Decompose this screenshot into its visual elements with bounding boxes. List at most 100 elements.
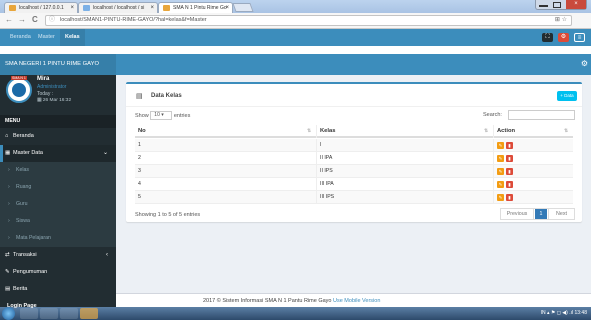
cell-kelas: III IPA xyxy=(320,181,334,187)
table-info-text: Showing 1 to 5 of 5 entries xyxy=(135,212,201,218)
browser-tab[interactable]: localhost / 127.0.0.1 × xyxy=(4,2,78,13)
column-header-action[interactable]: Action xyxy=(497,125,515,138)
table-row: 5 III IPS ✎ ▮ xyxy=(135,191,573,204)
delete-icon[interactable]: ▮ xyxy=(506,155,513,162)
entries-select[interactable]: 10 ▾ xyxy=(150,111,173,120)
sidebar-item-label: Transaksi xyxy=(13,252,37,258)
sidebar-item-label: Guru xyxy=(16,201,28,207)
mobile-version-link[interactable]: Use Mobile Version xyxy=(333,298,380,304)
taskbar-explorer-icon[interactable] xyxy=(20,308,38,319)
show-label: Show xyxy=(135,112,149,119)
column-divider xyxy=(493,178,494,191)
pagination-next[interactable]: Next xyxy=(548,209,574,219)
browser-toolbar: ← → C ⓘ localhost/SMAN1-PINTU-RIME-GAYO/… xyxy=(0,13,591,29)
pagination-previous[interactable]: Previous xyxy=(501,209,534,219)
footer-copyright: 2017 © Sistem Informasi SMA N 1 Pantu Ri… xyxy=(203,298,332,304)
nav-link-beranda[interactable]: Beranda xyxy=(10,29,31,46)
cell-kelas: II IPA xyxy=(320,155,333,161)
edit-icon[interactable]: ✎ xyxy=(497,168,504,175)
app-logo-title[interactable]: SMA NEGERI 1 PINTU RIME GAYO xyxy=(0,54,116,75)
bookmark-star-icon[interactable]: ⊞ ☆ xyxy=(555,16,567,25)
control-sidebar-gear-icon[interactable]: ⚙ xyxy=(581,59,588,68)
cell-no: 5 xyxy=(138,194,141,200)
sort-icon[interactable]: ⇅ xyxy=(484,125,488,138)
avatar-badge: SMA N 1 xyxy=(11,76,27,80)
search-input[interactable] xyxy=(508,110,575,120)
tab-close-icon[interactable]: × xyxy=(150,3,154,13)
sidebar-subitem-siswa[interactable]: › Siswa xyxy=(0,213,116,230)
sidebar-item-label: Kelas xyxy=(16,167,29,173)
maximize-icon[interactable] xyxy=(553,2,561,8)
entries-value: 10 xyxy=(154,112,160,118)
add-data-button[interactable]: + Data xyxy=(557,91,577,101)
column-divider xyxy=(316,125,317,138)
sidebar-subitem-ruang[interactable]: › Ruang xyxy=(0,179,116,196)
menu-icon[interactable]: ≡ xyxy=(574,33,585,42)
sort-icon[interactable]: ⇅ xyxy=(564,125,568,138)
table-row: 4 III IPA ✎ ▮ xyxy=(135,178,573,191)
cell-kelas: III IPS xyxy=(320,194,335,200)
edit-icon[interactable]: ✎ xyxy=(497,181,504,188)
column-header-kelas[interactable]: Kelas xyxy=(320,125,335,138)
delete-icon[interactable]: ▮ xyxy=(506,181,513,188)
taskbar-chrome-icon[interactable] xyxy=(60,308,78,319)
date-text: ▦ 26 Mar 16:32 xyxy=(37,98,72,103)
top-navbar: Beranda Master Kelas ⛶ ⚙ ≡ xyxy=(0,29,591,46)
chevron-left-icon: ‹ xyxy=(106,252,108,258)
footer: 2017 © Sistem Informasi SMA N 1 Pantu Ri… xyxy=(116,293,591,308)
column-header-no[interactable]: No xyxy=(138,125,146,138)
back-arrow-icon[interactable]: ← xyxy=(5,15,13,24)
sidebar-item-beranda[interactable]: ⌂ Beranda xyxy=(0,128,116,145)
tab-close-icon[interactable]: × xyxy=(70,3,74,13)
sort-icon[interactable]: ⇅ xyxy=(307,125,311,138)
login-page-link[interactable]: Login Page xyxy=(7,303,37,309)
edit-icon[interactable]: ✎ xyxy=(497,142,504,149)
fullscreen-icon[interactable]: ⛶ xyxy=(542,33,553,42)
new-tab-button[interactable] xyxy=(232,3,254,12)
tab-close-icon[interactable]: × xyxy=(225,3,229,13)
sidebar-item-label: Ruang xyxy=(16,184,32,190)
news-icon: ▤ xyxy=(5,286,11,292)
sidebar-item-berita[interactable]: ▤ Berita xyxy=(0,281,116,298)
minimize-icon[interactable] xyxy=(539,5,548,7)
avatar: SMA N 1 xyxy=(6,76,32,103)
pencil-icon: ✎ xyxy=(5,269,10,275)
sidebar-subitem-mata-pelajaran[interactable]: › Mata Pelajaran xyxy=(0,230,116,247)
chevron-right-icon: › xyxy=(8,218,10,224)
cell-no: 4 xyxy=(138,181,141,187)
divider xyxy=(126,106,582,107)
column-divider xyxy=(316,178,317,191)
taskbar-app-icon[interactable] xyxy=(80,308,98,319)
pagination-page-1[interactable]: 1 xyxy=(535,209,547,219)
browser-tab[interactable]: localhost / localhost / si × xyxy=(78,2,158,13)
sidebar-item-label: Mata Pelajaran xyxy=(16,235,51,241)
delete-icon[interactable]: ▮ xyxy=(506,194,513,201)
site-info-icon[interactable]: ⓘ xyxy=(49,16,55,24)
edit-icon[interactable]: ✎ xyxy=(497,194,504,201)
settings-icon[interactable]: ⚙ xyxy=(558,33,569,42)
browser-tab-active[interactable]: SMA N 1 Pintu Rime Go × xyxy=(158,2,233,13)
window-close-icon[interactable]: × xyxy=(566,0,586,9)
os-taskbar: IN ▴ ⚑ ◻ ◀) .ıl 13:48 xyxy=(0,307,591,320)
system-tray[interactable]: IN ▴ ⚑ ◻ ◀) .ıl 13:48 xyxy=(541,307,587,320)
sidebar-item-transaksi[interactable]: ⇄ Transaksi ‹ xyxy=(0,247,116,264)
exchange-icon: ⇄ xyxy=(5,252,10,258)
today-label: Today : xyxy=(37,91,54,97)
address-bar[interactable]: ⓘ localhost/SMAN1-PINTU-RIME-GAYO/?hal=k… xyxy=(45,15,572,26)
nav-link-master[interactable]: Master xyxy=(38,29,55,46)
sidebar-item-label: Berita xyxy=(13,286,28,292)
delete-icon[interactable]: ▮ xyxy=(506,142,513,149)
taskbar-media-icon[interactable] xyxy=(40,308,58,319)
delete-icon[interactable]: ▮ xyxy=(506,168,513,175)
sidebar-subitem-guru[interactable]: › Guru xyxy=(0,196,116,213)
tab-favicon-icon xyxy=(9,5,16,11)
reload-icon[interactable]: C xyxy=(32,15,38,24)
table-icon: ▤ xyxy=(136,93,143,100)
home-icon: ⌂ xyxy=(5,133,9,139)
sidebar-item-pengumuman[interactable]: ✎ Pengumuman xyxy=(0,264,116,281)
sidebar-item-master-data[interactable]: ▦ Master Data ⌄ xyxy=(0,145,116,162)
nav-link-kelas[interactable]: Kelas xyxy=(60,29,85,46)
sidebar-subitem-kelas[interactable]: › Kelas xyxy=(0,162,116,179)
forward-arrow-icon[interactable]: → xyxy=(18,15,26,24)
edit-icon[interactable]: ✎ xyxy=(497,155,504,162)
